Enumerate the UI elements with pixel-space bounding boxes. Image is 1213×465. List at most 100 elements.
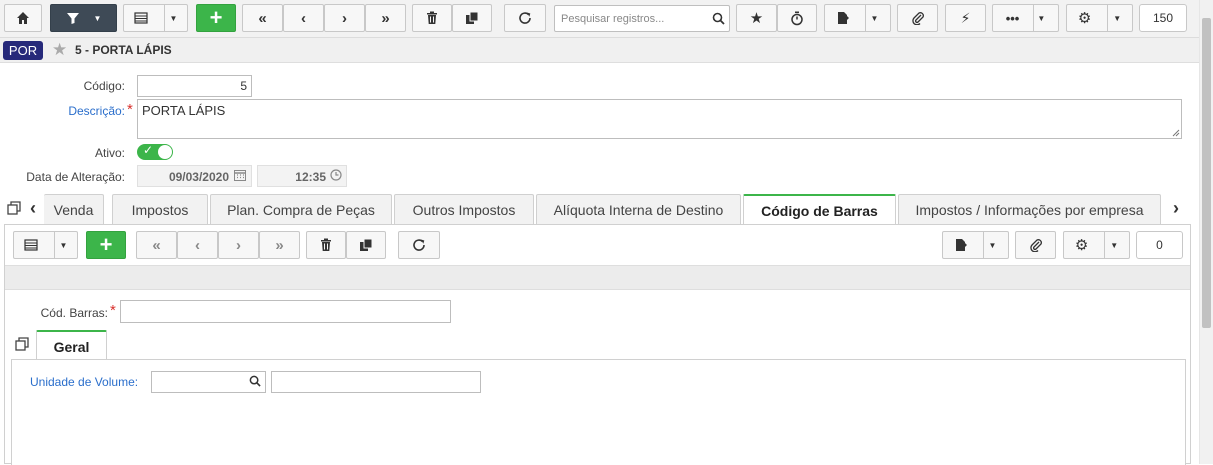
grid-view-button[interactable]: ▼ — [123, 4, 188, 32]
last-record-button[interactable]: » — [365, 4, 406, 32]
trash-icon — [427, 11, 437, 24]
tabs-scroll-left-icon[interactable]: ‹ — [30, 198, 36, 219]
chevron-down-icon: ▼ — [988, 240, 997, 250]
next-record-button[interactable]: › — [324, 4, 365, 32]
attachment-button[interactable] — [897, 4, 938, 32]
sub-delete-button[interactable] — [306, 231, 346, 259]
add-button[interactable]: + — [196, 4, 236, 32]
chevron-down-icon: ▼ — [1113, 13, 1122, 23]
copy-icon — [360, 238, 373, 251]
star-icon[interactable]: ★ — [52, 40, 67, 60]
sub-first-record-button[interactable]: « — [136, 231, 177, 259]
sub-copy-button[interactable] — [346, 231, 386, 259]
refresh-button[interactable] — [504, 4, 546, 32]
settings-button[interactable]: ⚙ ▼ — [1066, 4, 1133, 32]
filter-button[interactable]: ▼ — [50, 4, 117, 32]
star-icon: ★ — [749, 10, 764, 27]
required-marker: * — [127, 101, 133, 118]
chevron-down-icon: ▼ — [1110, 240, 1119, 250]
filter-icon — [66, 13, 79, 24]
unidade-volume-label: Unidade de Volume: — [30, 375, 139, 389]
sub-toolbar: ▼ + « ‹ › » ▼ ⚙ ▼ 0 — [5, 225, 1190, 265]
first-record-button[interactable]: « — [242, 4, 283, 32]
sub-record-count-field[interactable]: 0 — [1136, 231, 1183, 259]
chevron-left-icon: ‹ — [195, 236, 200, 254]
delete-button[interactable] — [412, 4, 452, 32]
sub-next-record-button[interactable]: › — [218, 231, 259, 259]
scrollbar-thumb[interactable] — [1202, 18, 1211, 328]
descricao-field[interactable]: PORTA LÁPIS — [137, 99, 1182, 139]
double-chevron-left-icon: « — [258, 9, 267, 27]
sub-grid-view-button[interactable]: ▼ — [13, 231, 78, 259]
home-button[interactable] — [4, 4, 42, 32]
tab-outros-impostos[interactable]: Outros Impostos — [394, 194, 534, 224]
gear-icon: ⚙ — [1077, 10, 1092, 27]
double-chevron-left-icon: « — [152, 236, 161, 254]
export-button[interactable]: ▼ — [824, 4, 891, 32]
tab-impostos[interactable]: Impostos — [112, 194, 208, 224]
grid-icon — [23, 239, 38, 251]
tab-plan-compra-pecas[interactable]: Plan. Compra de Peças — [210, 194, 392, 224]
chevron-right-icon: › — [342, 9, 347, 27]
tab-venda[interactable]: Venda — [44, 194, 104, 224]
favorite-button[interactable]: ★ — [736, 4, 777, 32]
copy-button[interactable] — [452, 4, 492, 32]
timer-button[interactable] — [777, 4, 817, 32]
search-box — [554, 5, 730, 32]
codigo-field[interactable]: 5 — [137, 75, 252, 97]
cod-barras-label: Cód. Barras: — [40, 306, 108, 320]
sub-grid-header — [5, 265, 1190, 290]
record-count-field[interactable]: 150 — [1139, 4, 1187, 32]
double-chevron-right-icon: » — [381, 9, 390, 27]
refresh-icon — [519, 12, 531, 24]
codigo-label: Código: — [83, 79, 125, 93]
unidade-description-field[interactable] — [271, 371, 481, 393]
home-icon — [17, 12, 29, 24]
sub-previous-record-button[interactable]: ‹ — [177, 231, 218, 259]
check-icon: ✓ — [143, 143, 154, 157]
trash-icon — [321, 238, 331, 251]
lightning-icon: ⚡ — [960, 9, 971, 26]
record-title: 5 - PORTA LÁPIS — [75, 43, 172, 57]
ativo-toggle[interactable]: ✓ — [137, 143, 173, 160]
descricao-label: Descrição: — [68, 104, 125, 118]
cod-barras-field[interactable] — [120, 300, 451, 323]
subtab-geral[interactable]: Geral — [36, 330, 107, 361]
sub-add-button[interactable]: + — [86, 231, 126, 259]
paperclip-icon — [1029, 239, 1042, 252]
time-value: 12:35 — [295, 170, 326, 184]
page-scrollbar[interactable] — [1199, 0, 1213, 464]
copy-tabs-icon[interactable] — [7, 201, 22, 216]
codigo-barras-panel: ▼ + « ‹ › » ▼ ⚙ ▼ 0 Cód. Barras: * Geral… — [4, 224, 1191, 465]
plus-icon: + — [209, 5, 223, 30]
calendar-icon — [234, 170, 246, 181]
gear-icon: ⚙ — [1074, 237, 1089, 254]
search-icon[interactable] — [712, 12, 725, 25]
more-options-button[interactable]: ••• ▼ — [992, 4, 1059, 32]
refresh-icon — [413, 239, 425, 251]
file-export-icon — [955, 239, 967, 251]
tabs-scroll-right-icon[interactable]: › — [1173, 198, 1179, 219]
sub-export-button[interactable]: ▼ — [942, 231, 1009, 259]
chevron-left-icon: ‹ — [301, 9, 306, 27]
tab-impostos-por-empresa[interactable]: Impostos / Informações por empresa — [898, 194, 1161, 224]
resize-handle-icon[interactable] — [1171, 128, 1180, 137]
previous-record-button[interactable]: ‹ — [283, 4, 324, 32]
sub-refresh-button[interactable] — [398, 231, 440, 259]
tab-codigo-barras[interactable]: Código de Barras — [743, 194, 896, 225]
clock-icon — [330, 169, 342, 181]
tab-aliquota-interna[interactable]: Alíquota Interna de Destino — [536, 194, 741, 224]
sub-last-record-button[interactable]: » — [259, 231, 300, 259]
copy-subtabs-icon[interactable] — [15, 337, 30, 352]
sub-attachment-button[interactable] — [1015, 231, 1056, 259]
actions-button[interactable]: ⚡ — [945, 4, 986, 32]
main-toolbar: ▼ ▼ + « ‹ › » ★ ▼ ⚡ ••• ▼ ⚙ ▼ 15 — [0, 0, 1199, 38]
search-icon[interactable] — [249, 375, 261, 387]
double-chevron-right-icon: » — [275, 236, 284, 254]
grid-icon — [133, 12, 148, 24]
date-value: 09/03/2020 — [168, 170, 229, 184]
sub-settings-button[interactable]: ⚙ ▼ — [1063, 231, 1130, 259]
chevron-right-icon: › — [236, 236, 241, 254]
chevron-down-icon: ▼ — [93, 13, 102, 23]
search-input[interactable] — [555, 6, 705, 31]
